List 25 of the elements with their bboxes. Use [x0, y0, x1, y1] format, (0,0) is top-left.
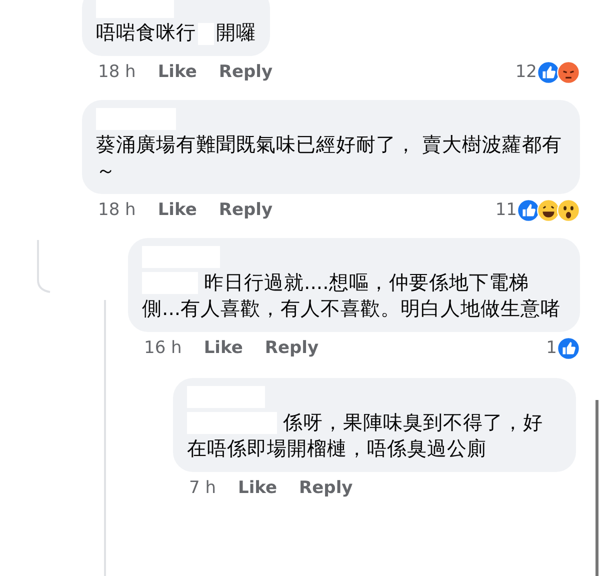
- reply-link[interactable]: Reply: [218, 200, 273, 220]
- angry-face-icon: [557, 60, 580, 84]
- surprised-face-icon: [557, 198, 580, 222]
- comment-time: 16 h: [144, 338, 182, 358]
- laughing-face-icon: [537, 198, 560, 222]
- thread-line: [37, 240, 50, 293]
- reply-link[interactable]: Reply: [218, 62, 273, 82]
- reaction-count: 11: [495, 200, 517, 220]
- reaction-count: 12: [515, 62, 537, 82]
- like-reaction-icon: [517, 198, 540, 222]
- like-link[interactable]: Like: [158, 200, 197, 220]
- comment-time: 7 h: [189, 478, 216, 498]
- reply-link[interactable]: Reply: [299, 478, 353, 498]
- like-link[interactable]: Like: [238, 478, 278, 498]
- reply-link[interactable]: Reply: [264, 338, 319, 358]
- comment-text: 葵涌廣場有難聞既氣味已經好耐了， 賣大樹波蘿都有～: [96, 132, 564, 184]
- comment-text: 開囉: [216, 21, 256, 44]
- comment-time: 18 h: [98, 200, 136, 220]
- like-link[interactable]: Like: [158, 62, 197, 82]
- reaction-count: 1: [546, 338, 557, 358]
- like-link[interactable]: Like: [204, 338, 243, 358]
- like-reaction-icon: [537, 60, 560, 84]
- comment-time: 18 h: [98, 62, 136, 82]
- like-reaction-icon: [557, 336, 580, 360]
- comment-text: 唔啱食咪行: [96, 21, 196, 44]
